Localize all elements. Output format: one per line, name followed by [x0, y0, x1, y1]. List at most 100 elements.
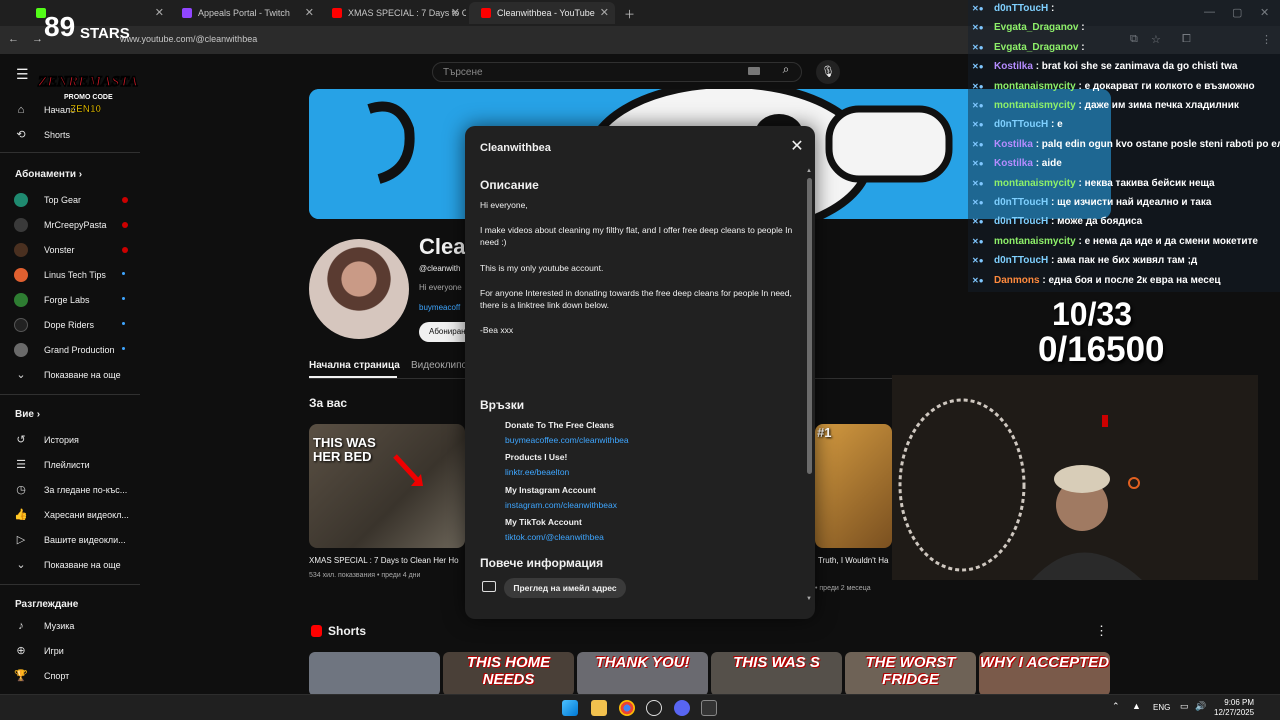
chat-message: ✕● d0nTTouсH : ще изчисти най идеално и т…: [972, 194, 1211, 213]
sidebar-item-watch-later[interactable]: ◷ За гледане по-къс...: [14, 479, 127, 501]
link-url[interactable]: buymeacoffee.com/cleanwithbea: [505, 435, 629, 445]
chat-text: : е: [1051, 119, 1063, 131]
chat-message: ✕● Evgata_Draganov :: [972, 39, 1085, 58]
chrome-icon[interactable]: [619, 700, 635, 716]
short-card[interactable]: THE WORST FRIDGE: [845, 652, 976, 696]
sidebar-item-sports[interactable]: 🏆 Спорт: [14, 665, 69, 687]
sidebar-item-linus-tech-tips[interactable]: Linus Tech Tips: [14, 264, 125, 286]
sidebar-item-mrcreepypasta[interactable]: MrCreepyPasta: [14, 214, 128, 236]
chat-message: ✕● Danmons : една боя и после 2к евра на …: [972, 272, 1221, 291]
for-you-heading: За вас: [309, 396, 348, 410]
you-heading[interactable]: Вие ›: [15, 409, 40, 420]
browser-tab-3[interactable]: XMAS SPECIAL : 7 Days to Clea ✕: [320, 2, 466, 24]
sidebar-item-shorts[interactable]: ⟲ Shorts: [14, 124, 70, 146]
close-icon[interactable]: ✕: [788, 138, 806, 156]
sidebar-item-music[interactable]: ♪ Музика: [14, 615, 74, 637]
sidebar-item-liked-videos[interactable]: 👍 Харесани видеокл...: [14, 504, 129, 526]
keyboard-icon[interactable]: [748, 67, 760, 75]
close-tab-icon[interactable]: ✕: [451, 2, 460, 24]
sidebar-item-history[interactable]: ↺ История: [14, 429, 79, 451]
dialog-title: Cleanwithbea: [480, 142, 551, 154]
mic-icon[interactable]: 🎙: [816, 60, 840, 84]
volume-icon[interactable]: 🔊: [1195, 701, 1206, 712]
zenremasta-logo: ZENREMASTA PROMO CODE ZEN10: [36, 73, 138, 115]
video-thumbnail[interactable]: #1: [815, 424, 892, 548]
short-card[interactable]: [309, 652, 440, 696]
shorts-heading: Shorts: [328, 624, 367, 638]
sidebar-item-playlists[interactable]: ☰ Плейлисти: [14, 454, 90, 476]
dialog-scrollbar[interactable]: [807, 178, 812, 474]
network-icon[interactable]: ▭: [1180, 701, 1189, 712]
logo-text: PROMO CODE: [64, 94, 113, 101]
terminal-icon[interactable]: [701, 700, 717, 716]
short-card[interactable]: THIS WAS S: [711, 652, 842, 696]
channel-avatar: [14, 318, 28, 332]
chevron-down-icon: ⌄: [16, 369, 26, 381]
video-title[interactable]: XMAS SPECIAL : 7 Days to Clean Her Ho: [309, 556, 459, 565]
link-url[interactable]: linktr.ee/beaelton: [505, 467, 569, 477]
sidebar-item-grand-production[interactable]: Grand Production: [14, 339, 125, 361]
steam-icon[interactable]: [646, 700, 662, 716]
browser-tab-2[interactable]: Appeals Portal - Twitch ✕: [170, 2, 320, 24]
goal-counter-bottom: 0/16500: [1038, 330, 1165, 369]
chat-badge-icon: ✕●: [972, 120, 984, 130]
shorts-icon: ⟲: [16, 129, 26, 141]
chat-text: : неква такива бейсик неща: [1078, 177, 1215, 189]
link-url[interactable]: tiktok.com/@cleanwithbea: [505, 532, 604, 542]
short-card[interactable]: THIS HOME NEEDS: [443, 652, 574, 696]
video-thumbnail[interactable]: THIS WAS HER BED: [309, 424, 465, 548]
sidebar-item-forge-labs[interactable]: Forge Labs: [14, 289, 125, 311]
sidebar-item-vonster[interactable]: Vonster: [14, 239, 128, 261]
scroll-up-icon[interactable]: ▲: [806, 168, 812, 174]
new-tab-icon[interactable]: ＋: [624, 6, 635, 22]
chat-username: montanaismycity: [994, 235, 1076, 247]
language-indicator[interactable]: ENG: [1153, 703, 1170, 712]
link-title: My Instagram Account: [505, 485, 596, 495]
menu-icon[interactable]: ☰: [16, 66, 29, 83]
sidebar-item-your-videos[interactable]: ▷ Вашите видеокли...: [14, 529, 126, 551]
sidebar-item-gaming[interactable]: ⊕ Игри: [14, 640, 63, 662]
video-title[interactable]: Truth, I Wouldn't Ha: [818, 556, 888, 565]
webcam-image: [892, 375, 1258, 580]
channel-link[interactable]: buymeacoff: [419, 303, 460, 312]
more-options-icon[interactable]: ⋮: [1095, 623, 1108, 639]
tray-chevron-icon[interactable]: ⌃: [1112, 701, 1120, 712]
sidebar-show-more-you[interactable]: ⌄ Показване на още: [14, 554, 120, 576]
search-input[interactable]: Търсене: [432, 62, 802, 82]
tab-home[interactable]: Начална страница: [309, 360, 400, 371]
link-url[interactable]: instagram.com/cleanwithbeax: [505, 500, 617, 510]
chevron-down-icon: ⌄: [16, 559, 26, 571]
url-field[interactable]: www.youtube.com/@cleanwithbea: [120, 34, 257, 44]
chat-text: :: [1081, 41, 1085, 53]
browser-tab-4[interactable]: Cleanwithbea - YouTube ✕: [469, 2, 615, 24]
channel-description-preview[interactable]: Hi everyone: [419, 283, 462, 292]
channel-about-dialog: Cleanwithbea ✕ Описание Hi everyone, I m…: [465, 126, 815, 619]
sidebar-item-top-gear[interactable]: Top Gear: [14, 189, 128, 211]
discord-icon[interactable]: [674, 700, 690, 716]
back-icon[interactable]: ←: [8, 33, 19, 45]
file-explorer-icon[interactable]: [591, 700, 607, 716]
tab-videos[interactable]: Видеоклипо: [411, 360, 467, 371]
scroll-down-icon[interactable]: ▼: [806, 596, 812, 602]
chat-message: ✕● d0nTTouсH : е: [972, 116, 1063, 135]
tray-app-icon[interactable]: ▲: [1132, 701, 1141, 711]
sidebar-item-dope-riders[interactable]: Dope Riders: [14, 314, 125, 336]
channel-avatar-large[interactable]: [309, 239, 409, 339]
search-icon[interactable]: ⌕: [770, 62, 802, 82]
close-tab-icon[interactable]: ✕: [155, 2, 164, 24]
system-clock[interactable]: 9:06 PM 12/27/2025: [1214, 698, 1254, 718]
chat-username: montanaismycity: [994, 177, 1076, 189]
clock-date: 12/27/2025: [1214, 708, 1255, 717]
short-card[interactable]: WHY I ACCEPTED: [979, 652, 1110, 696]
close-tab-icon[interactable]: ✕: [600, 2, 609, 24]
sidebar-show-more-subs[interactable]: ⌄ Показване на още: [14, 364, 120, 386]
chat-username: Kostilka: [994, 61, 1033, 73]
close-tab-icon[interactable]: ✕: [305, 2, 314, 24]
channel-name: Clea: [419, 234, 466, 259]
youtube-icon: [481, 8, 491, 18]
chat-text: : aide: [1035, 158, 1062, 170]
subscriptions-heading[interactable]: Абонаменти ›: [15, 169, 82, 180]
windows-start-icon[interactable]: [562, 700, 578, 716]
short-card[interactable]: THANK YOU!: [577, 652, 708, 696]
view-email-button[interactable]: Преглед на имейл адрес: [504, 578, 626, 598]
